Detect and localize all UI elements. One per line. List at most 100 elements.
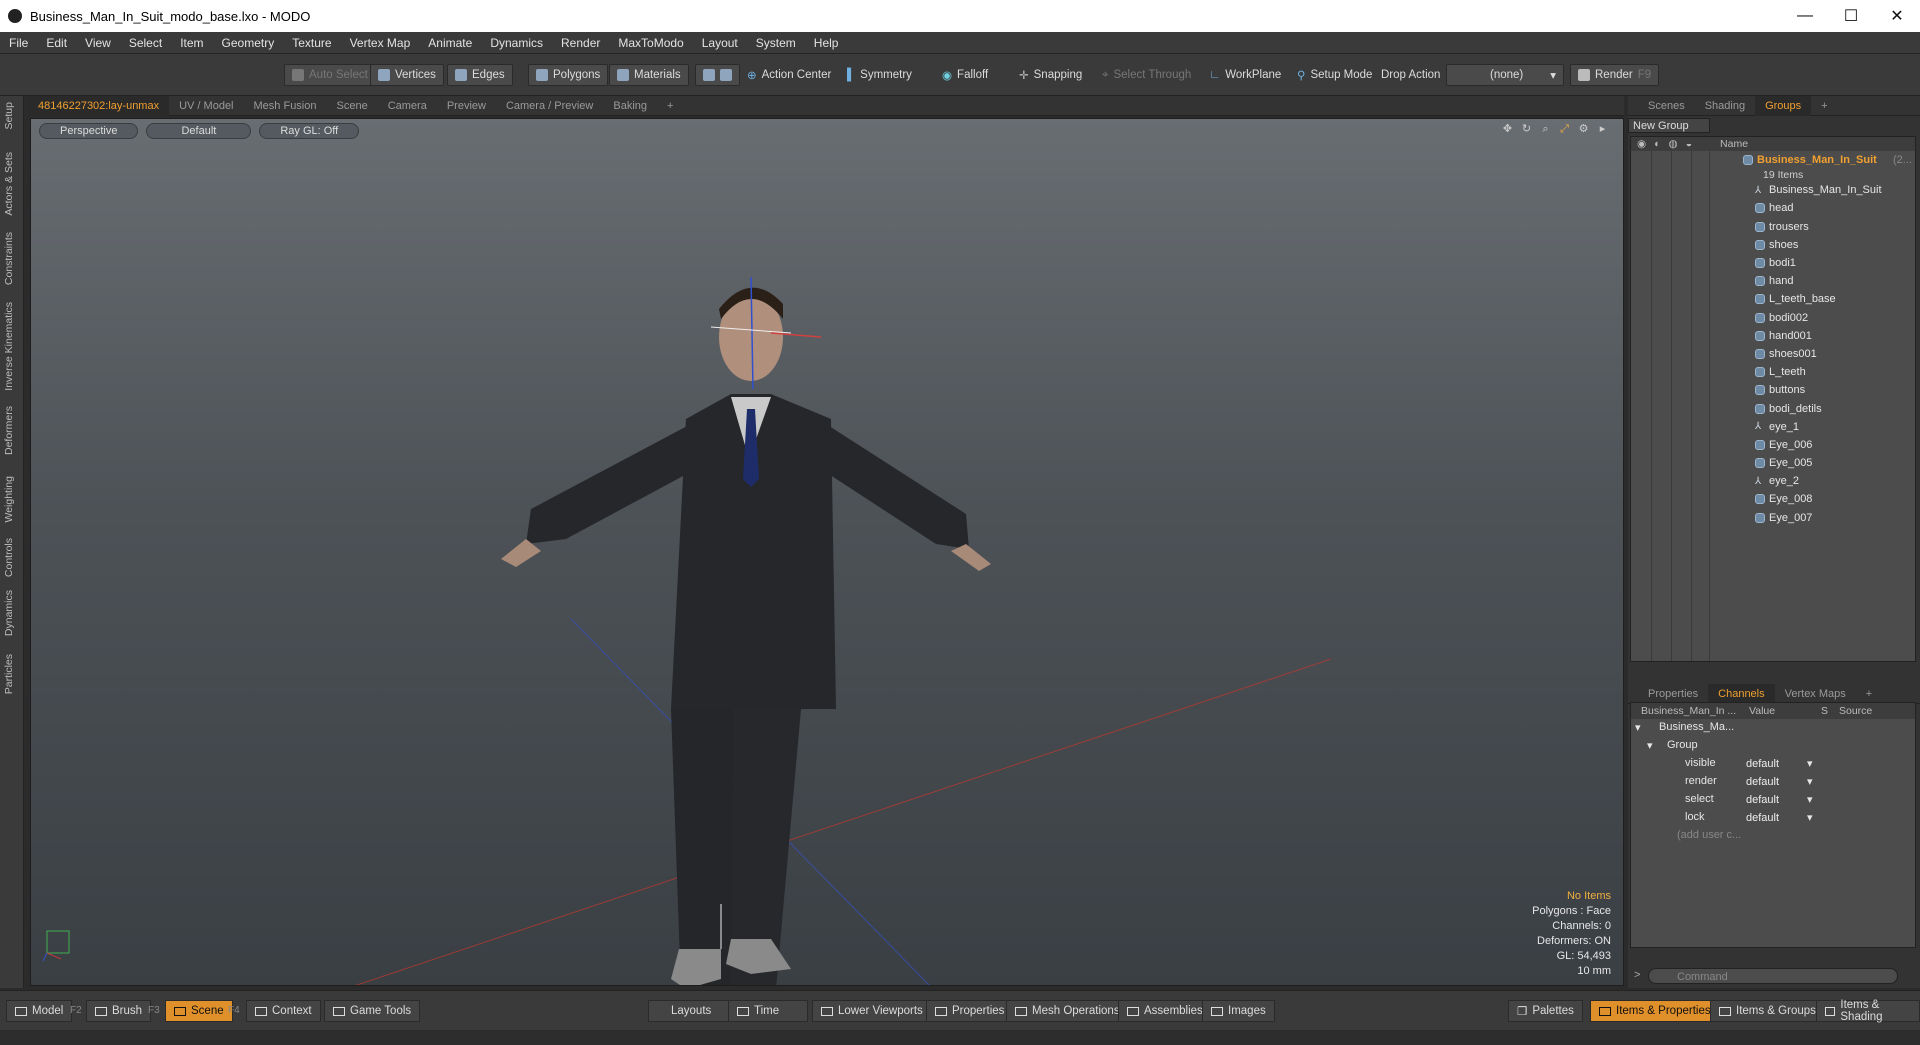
chevron-down-icon[interactable]: ▾ xyxy=(1807,775,1813,788)
group-item-row[interactable]: ⅄ eye_1 xyxy=(1631,418,1915,436)
menu-file[interactable]: File xyxy=(0,36,37,50)
assemblies-button[interactable]: Assemblies xyxy=(1118,1000,1212,1022)
group-item-row[interactable]: hand xyxy=(1631,272,1915,290)
group-item-row[interactable]: L_teeth xyxy=(1631,363,1915,381)
group-item-row[interactable]: bodi_detils xyxy=(1631,399,1915,417)
tab-mesh-fusion[interactable]: Mesh Fusion xyxy=(244,96,327,116)
group-item-row[interactable]: bodi1 xyxy=(1631,254,1915,272)
tab-camera[interactable]: Camera xyxy=(378,96,437,116)
command-input[interactable]: Command xyxy=(1648,968,1898,984)
perspective-button[interactable]: Perspective xyxy=(39,123,139,139)
vtab-weighting[interactable]: Weighting xyxy=(3,476,15,523)
menu-help[interactable]: Help xyxy=(805,36,848,50)
context-button[interactable]: Context xyxy=(246,1000,321,1022)
group-item-row[interactable]: head xyxy=(1631,199,1915,217)
tab-baking[interactable]: Baking xyxy=(603,96,657,116)
lower-viewports-button[interactable]: Lower Viewports xyxy=(812,1000,932,1022)
channel-value-select[interactable]: default xyxy=(1744,775,1808,790)
menu-maxtomodo[interactable]: MaxToModo xyxy=(609,36,692,50)
group-item-row[interactable]: Eye_005 xyxy=(1631,454,1915,472)
channels-group-row[interactable]: ▾ Group xyxy=(1631,737,1915,755)
menu-dynamics[interactable]: Dynamics xyxy=(481,36,552,50)
menu-item[interactable]: Item xyxy=(171,36,212,50)
properties-button[interactable]: Properties xyxy=(926,1000,1014,1022)
group-item-row[interactable]: L_teeth_base xyxy=(1631,290,1915,308)
channel-value-select[interactable]: default xyxy=(1744,793,1808,808)
vtab-setup[interactable]: Setup xyxy=(3,102,15,129)
visibility-eye-icon[interactable]: ◉ xyxy=(1637,138,1646,150)
menu-texture[interactable]: Texture xyxy=(283,36,340,50)
selection-toggle-button[interactable] xyxy=(695,64,740,86)
tab-layout-unmax[interactable]: 48146227302:lay-unmax xyxy=(28,95,170,116)
minimize-button[interactable]: — xyxy=(1782,0,1828,32)
tab-preview[interactable]: Preview xyxy=(437,96,496,116)
brush-layout-button[interactable]: Brush xyxy=(86,1000,152,1022)
group-item-row[interactable]: Eye_007 xyxy=(1631,509,1915,527)
add-properties-tab-button[interactable]: + xyxy=(1856,684,1882,704)
materials-button[interactable]: Materials xyxy=(609,64,689,86)
time-button[interactable]: Time xyxy=(728,1000,808,1022)
vtab-constraints[interactable]: Constraints xyxy=(3,232,15,285)
channel-row[interactable]: lock default ▾ xyxy=(1631,809,1915,827)
edges-button[interactable]: Edges xyxy=(447,64,513,86)
3d-viewport[interactable]: Perspective Default Ray GL: Off ✥ ↻ ⌕ ⤢ … xyxy=(30,118,1624,986)
add-panel-tab-button[interactable]: + xyxy=(1811,96,1837,116)
tab-scene[interactable]: Scene xyxy=(327,96,378,116)
game-tools-button[interactable]: Game Tools xyxy=(324,1000,421,1022)
tab-vertex-maps[interactable]: Vertex Maps xyxy=(1775,684,1856,704)
vtab-dynamics[interactable]: Dynamics xyxy=(3,590,15,636)
group-item-row[interactable]: shoes xyxy=(1631,236,1915,254)
tab-properties[interactable]: Properties xyxy=(1638,684,1708,704)
group-item-row[interactable]: buttons xyxy=(1631,381,1915,399)
render-toggle-icon[interactable]: ◐ xyxy=(1654,138,1660,150)
snapping-button[interactable]: ✛ Snapping xyxy=(1012,64,1089,86)
menu-view[interactable]: View xyxy=(76,36,120,50)
menu-render[interactable]: Render xyxy=(552,36,609,50)
auto-select-button[interactable]: Auto Select xyxy=(284,64,376,86)
tab-scenes[interactable]: Scenes xyxy=(1638,96,1695,116)
expand-arrow-icon[interactable]: ▾ xyxy=(1635,721,1641,734)
palettes-button[interactable]: ❐ Palettes xyxy=(1508,1000,1583,1022)
setup-mode-button[interactable]: ⚲ Setup Mode xyxy=(1290,64,1379,86)
group-item-row[interactable]: ⅄ Business_Man_In_Suit xyxy=(1631,181,1915,199)
vtab-inverse-kinematics[interactable]: Inverse Kinematics xyxy=(3,302,15,391)
menu-geometry[interactable]: Geometry xyxy=(213,36,284,50)
channel-value-select[interactable]: default xyxy=(1744,811,1808,826)
chevron-down-icon[interactable]: ▾ xyxy=(1807,793,1813,806)
vtab-deformers[interactable]: Deformers xyxy=(3,406,15,455)
action-center-button[interactable]: ⊕ Action Center xyxy=(740,64,838,86)
tab-channels[interactable]: Channels xyxy=(1708,683,1775,704)
channel-row[interactable]: visible default ▾ xyxy=(1631,755,1915,773)
rotate-view-icon[interactable]: ↻ xyxy=(1520,123,1533,136)
raygl-toggle-button[interactable]: Ray GL: Off xyxy=(259,123,360,139)
zoom-view-icon[interactable]: ⌕ xyxy=(1539,123,1552,136)
viewport-settings-icon[interactable]: ⚙ xyxy=(1577,123,1590,136)
channels-item-row[interactable]: ▾ Business_Ma... xyxy=(1631,719,1915,737)
maximize-button[interactable]: ☐ xyxy=(1828,0,1874,32)
group-item-row[interactable]: shoes001 xyxy=(1631,345,1915,363)
move-view-icon[interactable]: ✥ xyxy=(1501,123,1514,136)
mesh-operations-button[interactable]: Mesh Operations xyxy=(1006,1000,1129,1022)
lock-toggle-icon[interactable]: ◒ xyxy=(1686,138,1692,150)
tab-uv-model[interactable]: UV / Model xyxy=(169,96,243,116)
menu-system[interactable]: System xyxy=(747,36,805,50)
new-group-button[interactable]: New Group xyxy=(1628,118,1710,133)
close-button[interactable]: ✕ xyxy=(1874,0,1920,32)
symmetry-button[interactable]: ▌ Symmetry xyxy=(840,64,919,86)
add-user-channel-row[interactable]: (add user c... xyxy=(1631,827,1915,845)
images-button[interactable]: Images xyxy=(1202,1000,1275,1022)
channel-value-select[interactable]: default xyxy=(1744,757,1808,772)
items-properties-button[interactable]: Items & Properties xyxy=(1590,1000,1720,1022)
select-toggle-icon[interactable]: ◍ xyxy=(1669,138,1678,150)
items-shading-button[interactable]: Items & Shading xyxy=(1816,999,1920,1023)
group-item-row[interactable]: trousers xyxy=(1631,218,1915,236)
group-item-row[interactable]: ⅄ eye_2 xyxy=(1631,472,1915,490)
group-item-row[interactable]: bodi002 xyxy=(1631,309,1915,327)
tab-camera-preview[interactable]: Camera / Preview xyxy=(496,96,603,116)
viewport-menu-icon[interactable]: ▸ xyxy=(1596,123,1609,136)
menu-edit[interactable]: Edit xyxy=(37,36,76,50)
tab-shading[interactable]: Shading xyxy=(1695,96,1755,116)
select-through-button[interactable]: ⌖ Select Through xyxy=(1095,64,1198,86)
add-tab-button[interactable]: + xyxy=(657,96,683,116)
group-item-row[interactable]: Eye_008 xyxy=(1631,490,1915,508)
